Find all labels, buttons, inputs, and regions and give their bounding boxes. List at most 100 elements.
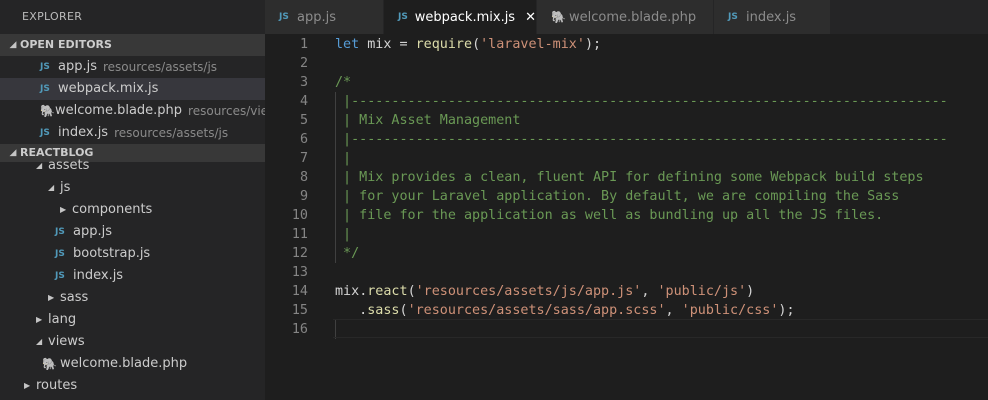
- tree-file-index-js[interactable]: JS index.js: [0, 265, 265, 287]
- open-editor-name: app.js: [58, 59, 97, 74]
- php-elephant-icon: 🐘: [551, 10, 566, 24]
- js-file-icon: JS: [55, 249, 65, 259]
- tree-folder-lang[interactable]: ▶ lang: [0, 309, 265, 331]
- line-number: 10: [291, 208, 308, 223]
- code-line: 2: [265, 54, 988, 73]
- line-number: 15: [291, 303, 308, 318]
- code-token: .: [335, 303, 368, 318]
- close-icon[interactable]: ✕: [525, 10, 536, 25]
- code-token: sass: [367, 303, 400, 318]
- line-number: 14: [291, 284, 308, 299]
- js-file-icon: JS: [40, 62, 50, 72]
- code-text: */: [335, 244, 359, 263]
- code-token: mix =: [359, 37, 416, 52]
- open-editor-item-index-js[interactable]: JS index.js resources/assets/js: [0, 122, 265, 144]
- js-file-icon: JS: [55, 227, 65, 237]
- line-number: 5: [299, 113, 308, 128]
- code-token: require: [415, 37, 473, 52]
- code-token: |: [335, 151, 352, 166]
- open-editors-header[interactable]: ◢ OPEN EDITORS: [0, 34, 265, 56]
- code-text: | for your Laravel application. By defau…: [335, 187, 899, 206]
- js-file-icon: JS: [398, 12, 408, 22]
- tree-label: index.js: [73, 268, 124, 283]
- tree-label: welcome.blade.php: [60, 356, 188, 371]
- explorer-title: EXPLORER: [22, 10, 83, 23]
- tab-index-js[interactable]: JS index.js: [714, 0, 831, 34]
- code-token: ,: [641, 284, 658, 299]
- line-number: 6: [299, 132, 308, 147]
- code-token: );: [584, 37, 602, 52]
- line-number: 8: [299, 170, 308, 185]
- code-line: 8 | Mix provides a clean, fluent API for…: [265, 168, 988, 187]
- code-line: 10 | file for the application as well as…: [265, 206, 988, 225]
- code-editor[interactable]: 1 let mix = require('laravel-mix'); 2 3/* 4 …: [265, 34, 988, 400]
- tree-folder-js[interactable]: ◢ js: [0, 177, 265, 199]
- line-number: 4: [299, 94, 308, 109]
- open-editor-item-welcome-blade[interactable]: 🐘 welcome.blade.php resources/vie...: [0, 100, 265, 122]
- chevron-down-icon: ◢: [9, 148, 17, 158]
- line-number: 11: [291, 227, 308, 242]
- open-editor-path: resources/assets/js: [103, 60, 218, 74]
- tree-folder-routes[interactable]: ▶ routes: [0, 375, 265, 397]
- tree-folder-assets[interactable]: ◢ assets: [0, 155, 265, 177]
- open-editor-item-webpack-mix-js[interactable]: JS webpack.mix.js: [0, 78, 265, 100]
- line-number: 1: [299, 37, 308, 52]
- code-text: .sass('resources/assets/sass/app.scss', …: [335, 301, 795, 320]
- code-line: 4 |-------------------------------------…: [265, 92, 988, 111]
- code-token: /*: [335, 75, 352, 90]
- line-number: 9: [299, 189, 308, 204]
- code-line: 3 /*: [265, 73, 988, 92]
- open-editor-name: webpack.mix.js: [58, 81, 159, 96]
- chevron-right-icon: ▶: [60, 205, 67, 214]
- chevron-right-icon: ▶: [48, 293, 55, 302]
- tree-label: js: [60, 180, 71, 195]
- code-text: let mix = require('laravel-mix');: [335, 35, 601, 54]
- line-number: 7: [299, 151, 308, 166]
- chevron-down-icon: ◢: [9, 40, 17, 50]
- tree-folder-components[interactable]: ▶ components: [0, 199, 265, 221]
- code-token: */: [335, 246, 360, 261]
- tree-file-bootstrap-js[interactable]: JS bootstrap.js: [0, 243, 265, 265]
- tab-welcome-blade-php[interactable]: 🐘 welcome.blade.php: [537, 0, 714, 34]
- php-elephant-icon: 🐘: [42, 357, 57, 371]
- line-number: 13: [291, 265, 308, 280]
- tab-label: app.js: [297, 9, 336, 25]
- code-line: 12 */: [265, 244, 988, 263]
- tree-label: lang: [48, 312, 77, 327]
- code-token: let: [335, 37, 360, 52]
- tree-label: app.js: [73, 224, 112, 239]
- js-file-icon: JS: [40, 84, 50, 94]
- chevron-right-icon: ▶: [36, 315, 43, 324]
- code-line: 9 | for your Laravel application. By def…: [265, 187, 988, 206]
- open-editor-name: index.js: [58, 125, 109, 140]
- open-editor-item-app-js[interactable]: JS app.js resources/assets/js: [0, 56, 265, 78]
- code-text: |---------------------------------------…: [335, 92, 948, 111]
- code-token: (: [399, 303, 408, 318]
- tree-folder-views[interactable]: ◢ views: [0, 331, 265, 353]
- code-line: 11 |: [265, 225, 988, 244]
- tab-app-js[interactable]: JS app.js: [265, 0, 384, 34]
- code-token: );: [778, 303, 795, 318]
- chevron-down-icon: ◢: [36, 161, 43, 170]
- open-editor-path: resources/assets/js: [114, 126, 229, 140]
- tab-webpack-mix-js[interactable]: JS webpack.mix.js ✕: [384, 0, 537, 34]
- code-token: 'laravel-mix': [480, 37, 585, 52]
- tree-folder-sass[interactable]: ▶ sass: [0, 287, 265, 309]
- line-number: 3: [299, 75, 308, 90]
- code-token: 'public/css': [681, 303, 779, 318]
- tab-label: index.js: [746, 9, 797, 25]
- js-file-icon: JS: [279, 12, 289, 22]
- code-token: | Mix Asset Management: [335, 113, 521, 128]
- tree-file-app-js[interactable]: JS app.js: [0, 221, 265, 243]
- code-token: | file for the application as well as bu…: [335, 208, 884, 223]
- code-token: |---------------------------------------…: [335, 132, 948, 147]
- code-token: (: [472, 37, 481, 52]
- code-token: react: [367, 284, 408, 299]
- code-token: | for your Laravel application. By defau…: [335, 189, 900, 204]
- code-text: |---------------------------------------…: [335, 130, 948, 149]
- open-editors-label: OPEN EDITORS: [20, 38, 112, 51]
- tree-file-welcome-blade[interactable]: 🐘 welcome.blade.php: [0, 353, 265, 375]
- code-line: 1 let mix = require('laravel-mix');: [265, 35, 988, 54]
- code-token: 'resources/assets/js/app.js': [415, 284, 642, 299]
- php-elephant-icon: 🐘: [40, 104, 55, 118]
